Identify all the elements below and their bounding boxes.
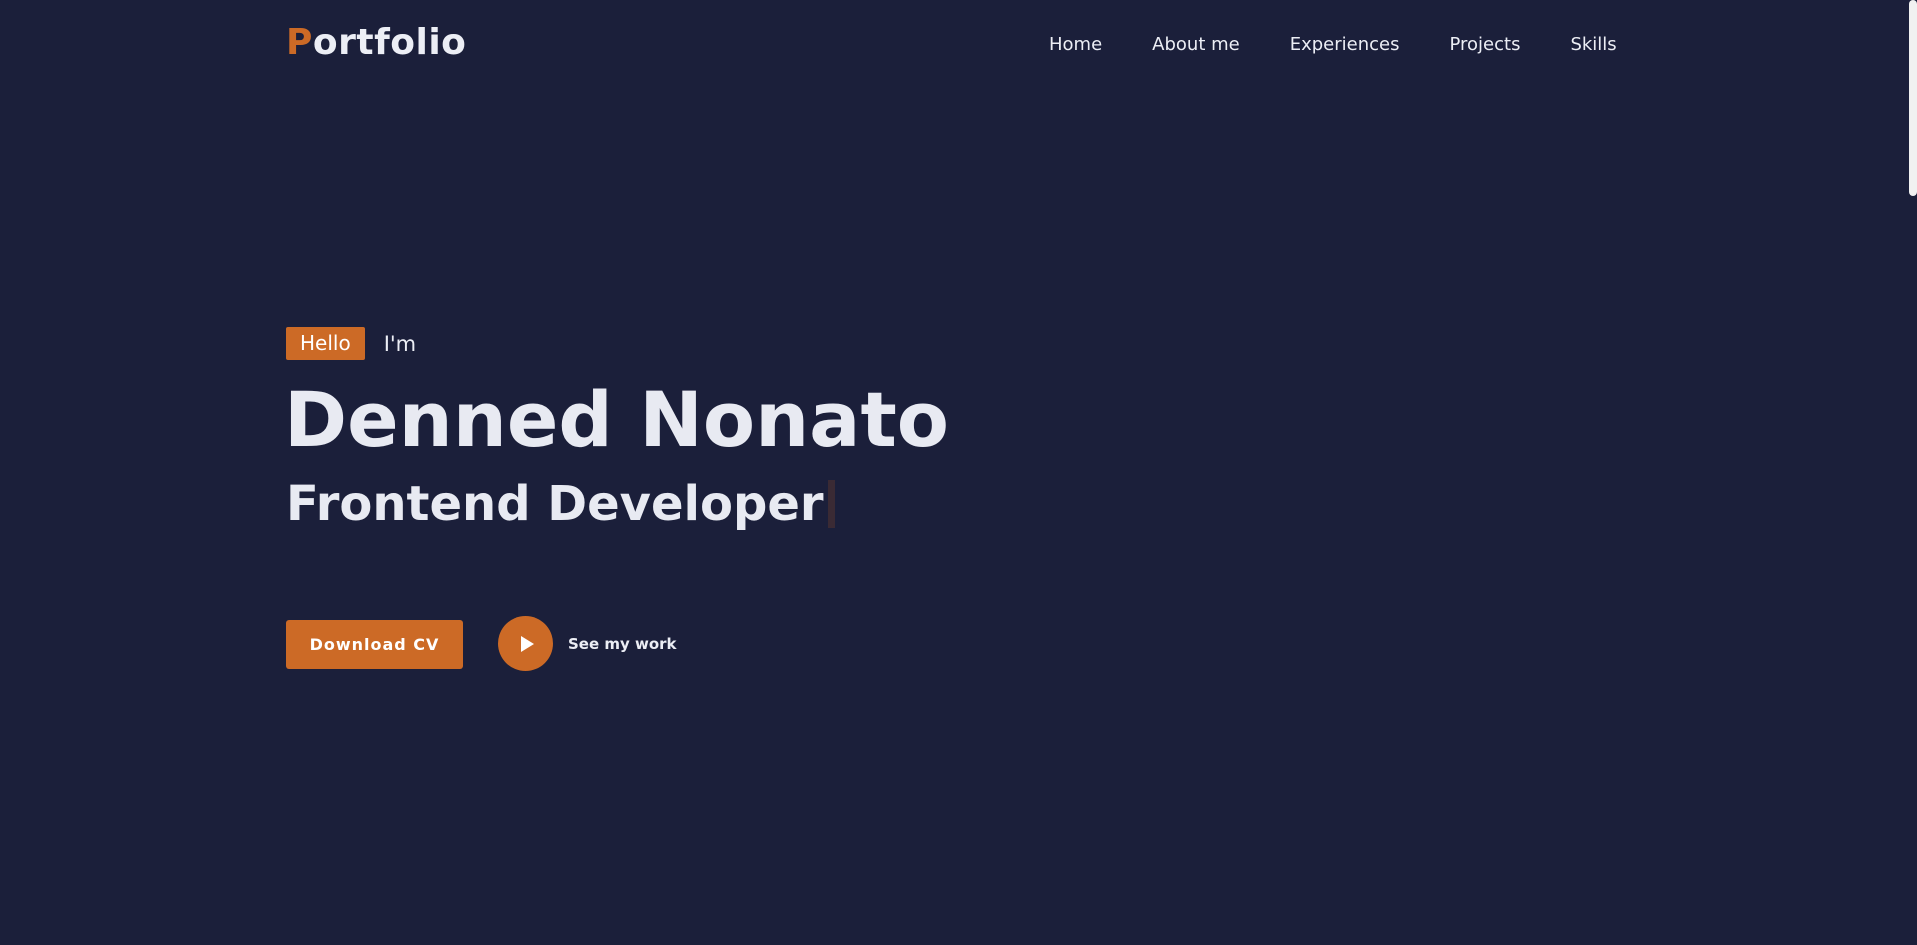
hero-role: Frontend Developer — [286, 476, 824, 532]
hello-badge: Hello — [286, 327, 365, 360]
scrollbar-thumb[interactable] — [1909, 0, 1917, 196]
page: Portfolio Home About me Experiences Proj… — [0, 0, 1917, 945]
nav-about-me[interactable]: About me — [1152, 34, 1240, 55]
logo-text: ortfolio — [312, 22, 467, 63]
download-cv-button[interactable]: Download CV — [286, 620, 463, 669]
hero-name: Denned Nonato — [284, 375, 949, 464]
logo[interactable]: Portfolio — [286, 22, 466, 63]
play-icon — [520, 635, 534, 652]
nav-skills[interactable]: Skills — [1570, 34, 1616, 55]
im-text: I'm — [383, 331, 417, 356]
typing-cursor — [827, 480, 835, 528]
nav-home[interactable]: Home — [1049, 34, 1102, 55]
scrollbar[interactable] — [1908, 0, 1917, 945]
see-my-work-label: See my work — [568, 634, 677, 653]
nav-experiences[interactable]: Experiences — [1290, 34, 1400, 55]
logo-accent-letter: P — [286, 22, 313, 63]
role-line: Frontend Developer — [286, 474, 835, 534]
greeting: Hello I'm — [286, 327, 416, 360]
nav-projects[interactable]: Projects — [1449, 34, 1520, 55]
play-button[interactable] — [498, 616, 553, 671]
see-my-work-link[interactable]: See my work — [498, 616, 677, 671]
main-nav: Home About me Experiences Projects Skill… — [1049, 34, 1617, 55]
